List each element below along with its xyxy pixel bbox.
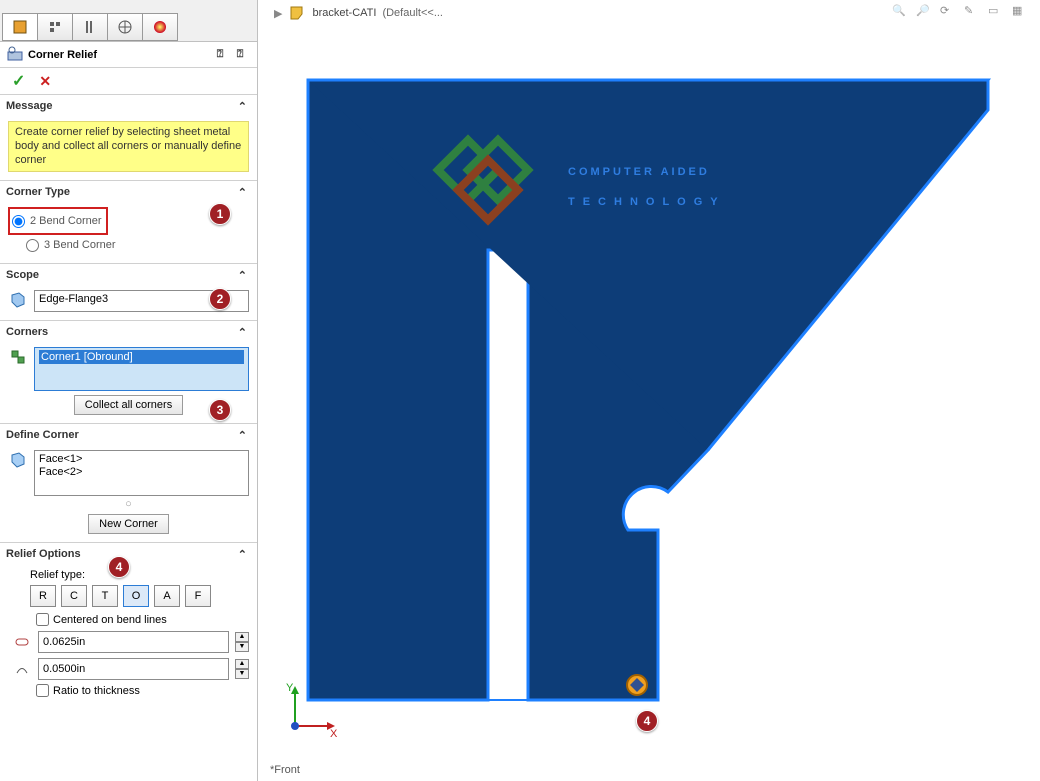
spin-down[interactable]: ▼ (235, 642, 249, 652)
breadcrumb-config: (Default<<... (382, 7, 443, 19)
slot-width-input[interactable] (38, 658, 229, 680)
zoom-icon[interactable]: 🔍 (892, 4, 910, 22)
reliefoptions-title: Relief Options (6, 548, 81, 560)
corner-callout-icon (622, 670, 652, 700)
pan-icon[interactable]: 🔎 (916, 4, 934, 22)
message-text: Create corner relief by selecting sheet … (8, 121, 249, 172)
toggle-icon[interactable]: ⍰ (231, 46, 249, 64)
ok-button[interactable]: ✓ (12, 71, 25, 91)
sheetmetal-model[interactable]: COMPUTER AIDED TECHNOLOGY (288, 60, 1008, 720)
spin-up[interactable]: ▲ (235, 659, 249, 669)
faces-list[interactable]: Face<1> Face<2> (34, 450, 249, 496)
tab-tree-icon[interactable] (37, 13, 73, 41)
message-title: Message (6, 100, 52, 112)
collect-corners-button[interactable]: Collect all corners (74, 395, 183, 415)
spin-down[interactable]: ▼ (235, 669, 249, 679)
centered-bendlines-label: Centered on bend lines (53, 614, 167, 626)
corners-header[interactable]: Corners ⌃ (0, 321, 257, 343)
relief-square-icon[interactable]: A (154, 585, 180, 607)
corner-icon (8, 347, 28, 367)
hide-icon[interactable]: ▦ (1012, 4, 1030, 22)
caret-icon: ⌃ (238, 548, 247, 561)
cornertype-header[interactable]: Corner Type ⌃ (0, 181, 257, 203)
radio-3bend[interactable] (26, 239, 39, 252)
cancel-button[interactable]: ✕ (39, 73, 51, 90)
breadcrumb-arrow-icon: ▶ (274, 7, 282, 20)
face-item[interactable]: Face<2> (39, 466, 244, 478)
centered-bendlines-checkbox[interactable] (36, 613, 49, 626)
relief-full-icon[interactable]: F (185, 585, 211, 607)
tab-config-icon[interactable] (72, 13, 108, 41)
annotation-4b: 4 (636, 710, 658, 732)
corners-title: Corners (6, 326, 48, 338)
scope-header[interactable]: Scope ⌃ (0, 264, 257, 286)
definecorner-header[interactable]: Define Corner ⌃ (0, 424, 257, 446)
breadcrumb-doc: bracket-CATI (312, 7, 376, 19)
ratio-thickness-checkbox[interactable] (36, 684, 49, 697)
graphics-viewport[interactable]: ▶ bracket-CATI (Default<<... 🔍 🔎 ⟳ ✎ ▭ ▦… (258, 0, 1040, 781)
corners-list[interactable]: Corner1 [Obround] (34, 347, 249, 391)
feature-title: Corner Relief (28, 49, 97, 61)
cornertype-title: Corner Type (6, 186, 70, 198)
relief-circular-icon[interactable]: C (61, 585, 87, 607)
radio-2bend[interactable] (12, 215, 25, 228)
spin-up[interactable]: ▲ (235, 632, 249, 642)
message-header[interactable]: Message ⌃ (0, 95, 257, 117)
relief-obround-icon[interactable]: O (123, 585, 149, 607)
corner-item[interactable]: Corner1 [Obround] (39, 350, 244, 364)
scope-title: Scope (6, 269, 39, 281)
radio-2bend-label: 2 Bend Corner (30, 215, 102, 227)
definecorner-title: Define Corner (6, 429, 79, 441)
breadcrumb[interactable]: ▶ bracket-CATI (Default<<... (274, 4, 443, 22)
logo-line2: TECHNOLOGY (568, 196, 726, 208)
feature-header: Corner Relief ⍰ ⍰ (0, 42, 257, 68)
slot-length-icon (12, 632, 32, 652)
caret-icon: ⌃ (238, 269, 247, 282)
section-icon[interactable]: ✎ (964, 4, 982, 22)
tab-appearance-icon[interactable] (142, 13, 178, 41)
caret-icon: ⌃ (238, 100, 247, 113)
view-name: *Front (270, 764, 300, 776)
view-triad[interactable]: Y X (280, 681, 340, 741)
radio-3bend-label: 3 Bend Corner (44, 239, 116, 251)
tab-feature-icon[interactable] (2, 13, 38, 41)
ratio-thickness-label: Ratio to thickness (53, 685, 140, 697)
face-icon (8, 450, 28, 470)
caret-icon: ⌃ (238, 429, 247, 442)
rotate-icon[interactable]: ⟳ (940, 4, 958, 22)
slot-width-icon (12, 659, 32, 679)
body-icon (8, 290, 28, 310)
slot-length-input[interactable] (38, 631, 229, 653)
new-corner-button[interactable]: New Corner (88, 514, 169, 534)
face-item[interactable]: Face<1> (39, 453, 244, 465)
relief-rectangular-icon[interactable]: R (30, 585, 56, 607)
relief-tear-icon[interactable]: T (92, 585, 118, 607)
svg-text:X: X (330, 728, 338, 740)
caret-icon: ⌃ (238, 186, 247, 199)
svg-text:Y: Y (286, 682, 294, 694)
caret-icon: ⌃ (238, 326, 247, 339)
panel-tab-bar (0, 0, 257, 42)
help-icon[interactable]: ⍰ (211, 46, 229, 64)
viewport-toolbar: 🔍 🔎 ⟳ ✎ ▭ ▦ (892, 4, 1030, 22)
display-icon[interactable]: ▭ (988, 4, 1006, 22)
logo-line1: COMPUTER AIDED (568, 166, 710, 178)
tab-display-icon[interactable] (107, 13, 143, 41)
